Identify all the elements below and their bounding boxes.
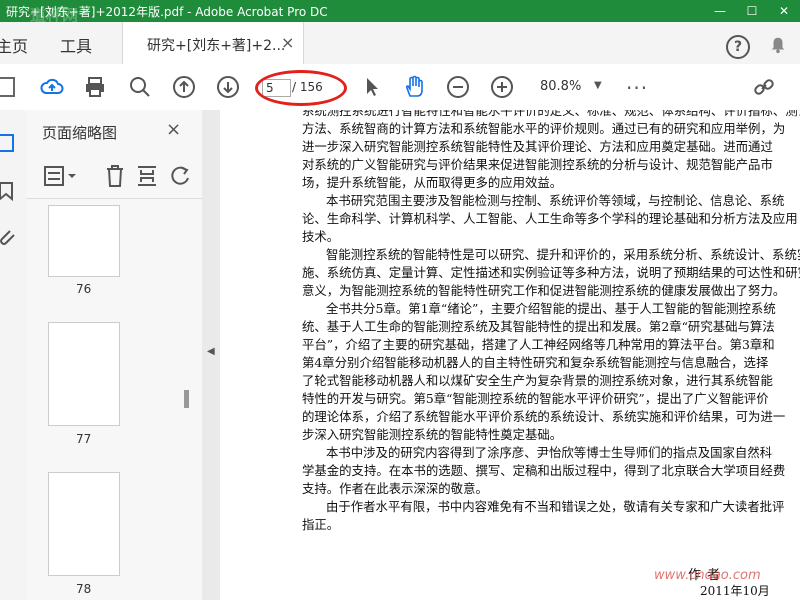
title-bar: 道杯网 研究+[刘东+著]+2012年版.pdf - Adobe Acrobat… — [0, 0, 800, 25]
maximize-button[interactable]: ☐ — [736, 0, 768, 22]
thumbnail-page[interactable] — [48, 472, 120, 576]
text-line: 统、基于人工生命的智能测控系统及其智能特性的提出和发展。第2章“研究基础与算法 — [302, 319, 775, 334]
text-line: 平台”，介绍了主要的研究基础，搭建了人工神经网络等几种常用的算法平台。第3章和 — [302, 337, 775, 352]
panel-scrollbar[interactable] — [184, 390, 189, 408]
zoom-in-icon[interactable] — [490, 75, 514, 99]
text-line: 本书研究范围主要涉及智能检测与控制、系统评价等领域，与控制论、信息论、系统 — [326, 193, 785, 208]
more-tools-icon[interactable]: ··· — [626, 76, 648, 100]
left-side-rail — [0, 110, 27, 600]
text-line: 系统测控系统进行智能特性和智能水平评价的定义、标准、规范、体系结构、评价指标、测… — [302, 110, 800, 118]
text-line: 场，提升系统智能，从而取得更多的应用效益。 — [302, 175, 563, 190]
window-title: 研究+[刘东+著]+2012年版.pdf - Adobe Acrobat Pro… — [6, 5, 328, 19]
print-icon[interactable] — [83, 75, 107, 99]
previous-page-icon[interactable] — [172, 75, 196, 99]
text-line: 智能测控系统的智能特性是可以研究、提升和评价的，采用系统分析、系统设计、系统实 — [326, 247, 800, 262]
thumbnail-page-number: 78 — [76, 582, 92, 596]
extract-pages-icon[interactable] — [136, 164, 158, 188]
search-icon[interactable] — [128, 75, 152, 99]
text-line: 指正。 — [302, 517, 340, 532]
text-line: 第4章分别介绍智能移动机器人的自主特性研究和复杂系统智能测控与信息融合，选择 — [302, 355, 769, 370]
share-link-icon[interactable] — [752, 75, 776, 99]
text-line: 论、生命科学、计算机科学、人工智能、人工生命等多个学科的理论基础和分析方法及应用 — [302, 211, 798, 226]
text-line: 施、系统仿真、定量计算、定性描述和实例验证等多种方法，说明了预期结果的可达性和研… — [302, 265, 800, 280]
attachment-icon[interactable] — [0, 226, 18, 248]
zoom-level[interactable]: 80.8% — [540, 79, 581, 94]
text-line: 意义，为智能测控系统的智能特性研究工作和促进智能测控系统的健康发展做出了努力。 — [302, 283, 786, 298]
save-icon[interactable] — [0, 75, 18, 99]
text-line: 支持。作者在此表示深深的敬意。 — [302, 481, 488, 496]
signature-date: 2011年10月 — [700, 584, 770, 598]
collapse-panel-icon[interactable]: ◀ — [207, 346, 215, 357]
thumbnail-options-icon[interactable] — [44, 165, 80, 187]
zoom-out-icon[interactable] — [446, 75, 470, 99]
thumbnail-tools — [26, 154, 202, 199]
bookmark-icon[interactable] — [0, 180, 18, 202]
text-line: 本书中涉及的研究内容得到了涂序彦、尹怡欣等博士生导师们的指点及国家自然科 — [326, 445, 773, 460]
panel-splitter[interactable]: ◀ — [202, 110, 220, 600]
close-panel-icon[interactable]: × — [166, 119, 181, 140]
upload-cloud-icon[interactable] — [40, 75, 64, 99]
select-pointer-icon[interactable] — [360, 75, 384, 99]
thumbnail-page-number: 76 — [76, 282, 92, 296]
toolbar — [0, 64, 800, 111]
text-line: 对系统的广义智能研究与评价结果来促进智能测控系统的分析与设计、规范智能产品市 — [302, 157, 773, 172]
hand-tool-icon[interactable] — [402, 75, 426, 99]
next-page-icon[interactable] — [216, 75, 240, 99]
text-line: 学基金的支持。在本书的选题、撰写、定稿和出版过程中，得到了北京联合大学项目经费 — [302, 463, 786, 478]
help-icon[interactable]: ? — [726, 35, 750, 59]
chevron-down-icon[interactable]: ▼ — [594, 80, 602, 91]
text-line: 全书共分5章。第1章“绪论”，主要介绍智能的提出、基于人工智能的智能测控系统 — [326, 301, 776, 316]
bell-icon[interactable] — [769, 36, 787, 54]
tools-tab[interactable]: 工具 — [60, 33, 92, 57]
tab-bar: 主页 工具 — [0, 22, 800, 65]
document-page: 系统测控系统进行智能特性和智能水平评价的定义、标准、规范、体系结构、评价指标、测… — [302, 110, 800, 534]
site-watermark: www.cndao.com — [654, 568, 761, 583]
text-line: 的理论体系，介绍了系统智能水平评价系统的系统设计、系统实施和评价结果，可为进一 — [302, 409, 786, 424]
thumbnail-panel-title: 页面缩略图 — [42, 124, 118, 142]
rotate-icon[interactable] — [170, 164, 192, 188]
delete-icon[interactable] — [104, 164, 126, 188]
thumbnail-page-number: 77 — [76, 432, 92, 446]
close-tab-icon[interactable]: × — [281, 33, 294, 52]
thumbnail-page[interactable] — [48, 322, 120, 426]
thumbnail-page[interactable] — [48, 205, 120, 277]
document-tab[interactable]: 研究+[刘东+著]+2... × — [122, 22, 304, 64]
text-line: 方法、系统智商的计算方法和系统智能水平的评价规则。通过已有的研究和应用举例，为 — [302, 121, 786, 136]
page-thumbnails-icon[interactable] — [0, 132, 18, 154]
home-tab[interactable]: 主页 — [0, 33, 28, 57]
highlight-oval — [255, 70, 347, 106]
text-line: 了轮式智能移动机器人和以煤矿安全生产为复杂背景的测控系统对象，进行其系统智能 — [302, 373, 773, 388]
minimize-button[interactable]: — — [704, 0, 736, 22]
text-line: 技术。 — [302, 229, 340, 244]
text-line: 特性的开发与研究。第5章“智能测控系统的智能水平评价研究”，提出了广义智能评价 — [302, 391, 769, 406]
text-line: 进一步深入研究智能测控系统智能特性及其评价理论、方法和应用奠定基础。进而通过 — [302, 139, 773, 154]
document-view: 系统测控系统进行智能特性和智能水平评价的定义、标准、规范、体系结构、评价指标、测… — [220, 110, 800, 600]
close-window-button[interactable]: ✕ — [768, 0, 800, 22]
document-tab-label: 研究+[刘东+著]+2... — [147, 38, 286, 54]
text-line: 步深入研究智能测控系统的智能特性奠定基础。 — [302, 427, 563, 442]
text-line: 由于作者水平有限，书中内容难免有不当和错误之处，敬请有关专家和广大读者批评 — [326, 499, 785, 514]
